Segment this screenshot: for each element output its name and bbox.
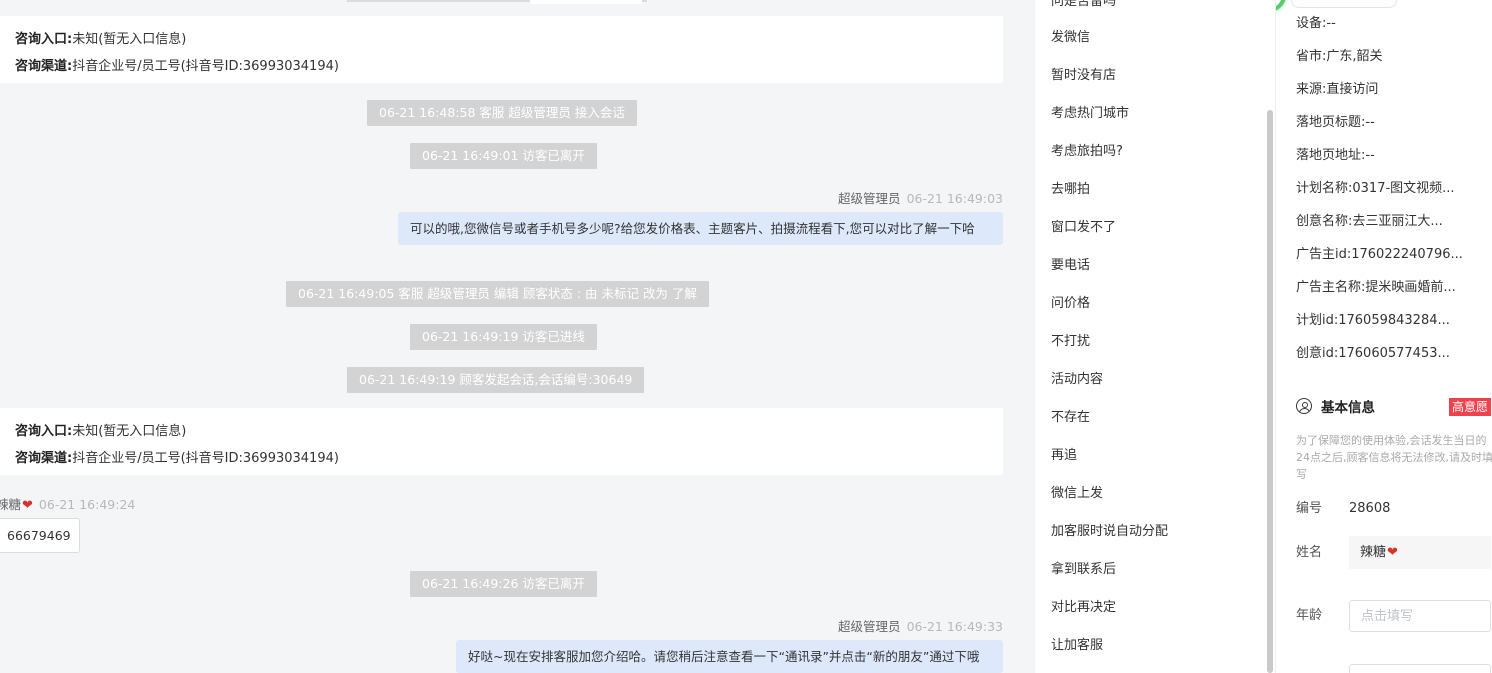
previous-message-edge xyxy=(530,0,642,4)
chili-pepper-icon: ❤ xyxy=(1387,545,1398,560)
field-device: 设备:-- xyxy=(1296,16,1336,31)
quick-reply-item[interactable]: 微信上发 xyxy=(1051,484,1103,504)
quick-reply-item[interactable]: 问是否留吗 xyxy=(1051,0,1116,12)
visitor-message-meta: 辣糖❤ 06-21 16:49:24 xyxy=(0,497,136,513)
quick-reply-item[interactable]: 拿到联系后 xyxy=(1051,560,1116,580)
system-message: 06-21 16:49:01 访客已离开 xyxy=(410,143,597,169)
basic-info-title: 基本信息 xyxy=(1296,396,1375,416)
field-source: 来源:直接访问 xyxy=(1296,82,1379,97)
name-label: 姓名 xyxy=(1296,545,1323,560)
intent-badge[interactable]: 高意愿 xyxy=(1449,398,1492,416)
system-message: 06-21 16:49:05 客服 超级管理员 编辑 顾客状态 : 由 未标记 … xyxy=(286,281,709,307)
agent-message-bubble: 可以的哦,您微信号或者手机号多少呢?给您发价格表、主题客片、拍摄流程看下,您可以… xyxy=(398,212,1003,245)
quick-reply-item[interactable]: 加客服时说自动分配 xyxy=(1051,522,1168,542)
status-ring-icon xyxy=(1276,0,1286,12)
quick-reply-item[interactable]: 让加客服 xyxy=(1051,636,1103,656)
quick-reply-item[interactable]: 考虑热门城市 xyxy=(1051,104,1129,124)
age-input[interactable] xyxy=(1349,600,1491,632)
panel-top-button[interactable] xyxy=(1291,0,1397,8)
quick-reply-list: 问是否留吗 发微信 暂时没有店 考虑热门城市 考虑旅拍吗? 去哪拍 窗口发不了 … xyxy=(1035,0,1275,673)
system-message: 06-21 16:49:26 访客已离开 xyxy=(410,571,597,597)
chili-pepper-icon: ❤ xyxy=(22,498,33,513)
agent-message-meta: 超级管理员 06-21 16:49:03 xyxy=(838,191,1003,206)
quick-reply-item[interactable]: 再追 xyxy=(1051,446,1077,466)
system-message: 06-21 16:49:19 访客已进线 xyxy=(410,324,597,350)
consult-channel: 咨询渠道:抖音企业号/员工号(抖音号ID:36993034194) xyxy=(15,451,339,466)
agent-message-meta: 超级管理员 06-21 16:49:33 xyxy=(838,619,1003,634)
visitor-message-bubble: 66679469 xyxy=(0,518,80,553)
field-advertiser-id: 广告主id:176022240796... xyxy=(1296,247,1463,262)
consult-entry: 咨询入口:未知(暂无入口信息) xyxy=(15,32,187,47)
system-message: 06-21 16:49:19 顾客发起会话,会话编号:30649 xyxy=(347,367,645,393)
age-label: 年龄 xyxy=(1296,608,1323,623)
quick-reply-item[interactable]: 对比再决定 xyxy=(1051,598,1116,618)
chat-area: 咨询入口:未知(暂无入口信息) 咨询渠道:抖音企业号/员工号(抖音号ID:369… xyxy=(0,0,1020,673)
field-plan-id: 计划id:176059843284... xyxy=(1296,313,1450,328)
consult-entry: 咨询入口:未知(暂无入口信息) xyxy=(15,424,187,439)
quick-reply-item[interactable]: 不存在 xyxy=(1051,408,1090,428)
quick-reply-item[interactable]: 发微信 xyxy=(1051,28,1090,48)
field-creative-id: 创意id:176060577453... xyxy=(1296,346,1450,361)
quick-reply-item[interactable]: 暂时没有店 xyxy=(1051,66,1116,86)
field-province-city: 省市:广东,韶关 xyxy=(1296,49,1383,64)
number-value: 28608 xyxy=(1349,501,1391,516)
quick-reply-item[interactable]: 不打扰 xyxy=(1051,332,1090,352)
field-plan-name: 计划名称:0317-图文视频... xyxy=(1296,181,1455,196)
number-label: 编号 xyxy=(1296,501,1323,516)
quick-reply-item[interactable]: 要电话 xyxy=(1051,256,1090,276)
quick-reply-item[interactable]: 考虑旅拍吗? xyxy=(1051,142,1123,162)
edit-notice: 为了保障您的使用体验,会话发生当日的24点之后,顾客信息将无法修改,请及时填写 xyxy=(1296,434,1492,481)
field-landing-title: 落地页标题:-- xyxy=(1296,115,1375,130)
quick-reply-item[interactable]: 去哪拍 xyxy=(1051,180,1090,200)
field-advertiser-name: 广告主名称:提米映画婚前... xyxy=(1296,280,1456,295)
quick-reply-scrollbar-thumb[interactable] xyxy=(1267,110,1273,673)
consult-info-card: 咨询入口:未知(暂无入口信息) 咨询渠道:抖音企业号/员工号(抖音号ID:369… xyxy=(0,408,1003,475)
customer-info-panel: 设备:-- 省市:广东,韶关 来源:直接访问 落地页标题:-- 落地页地址:--… xyxy=(1275,0,1492,673)
field-landing-url: 落地页地址:-- xyxy=(1296,148,1375,163)
system-message: 06-21 16:48:58 客服 超级管理员 接入会话 xyxy=(367,100,637,126)
consult-info-card: 咨询入口:未知(暂无入口信息) 咨询渠道:抖音企业号/员工号(抖音号ID:369… xyxy=(0,16,1003,83)
field-creative-name: 创意名称:去三亚丽江大... xyxy=(1296,214,1443,229)
name-field[interactable]: 辣糖❤ xyxy=(1349,536,1491,569)
user-circle-icon xyxy=(1296,398,1312,414)
quick-reply-item[interactable]: 窗口发不了 xyxy=(1051,218,1116,238)
quick-reply-item[interactable]: 问价格 xyxy=(1051,294,1090,314)
consult-channel: 咨询渠道:抖音企业号/员工号(抖音号ID:36993034194) xyxy=(15,59,339,74)
quick-reply-item[interactable]: 活动内容 xyxy=(1051,370,1103,390)
next-field-input[interactable] xyxy=(1349,664,1491,673)
agent-message-bubble: 好哒~现在安排客服加您介绍哈。请您稍后注意查看一下“通讯录”并点击“新的朋友”通… xyxy=(456,640,1003,673)
